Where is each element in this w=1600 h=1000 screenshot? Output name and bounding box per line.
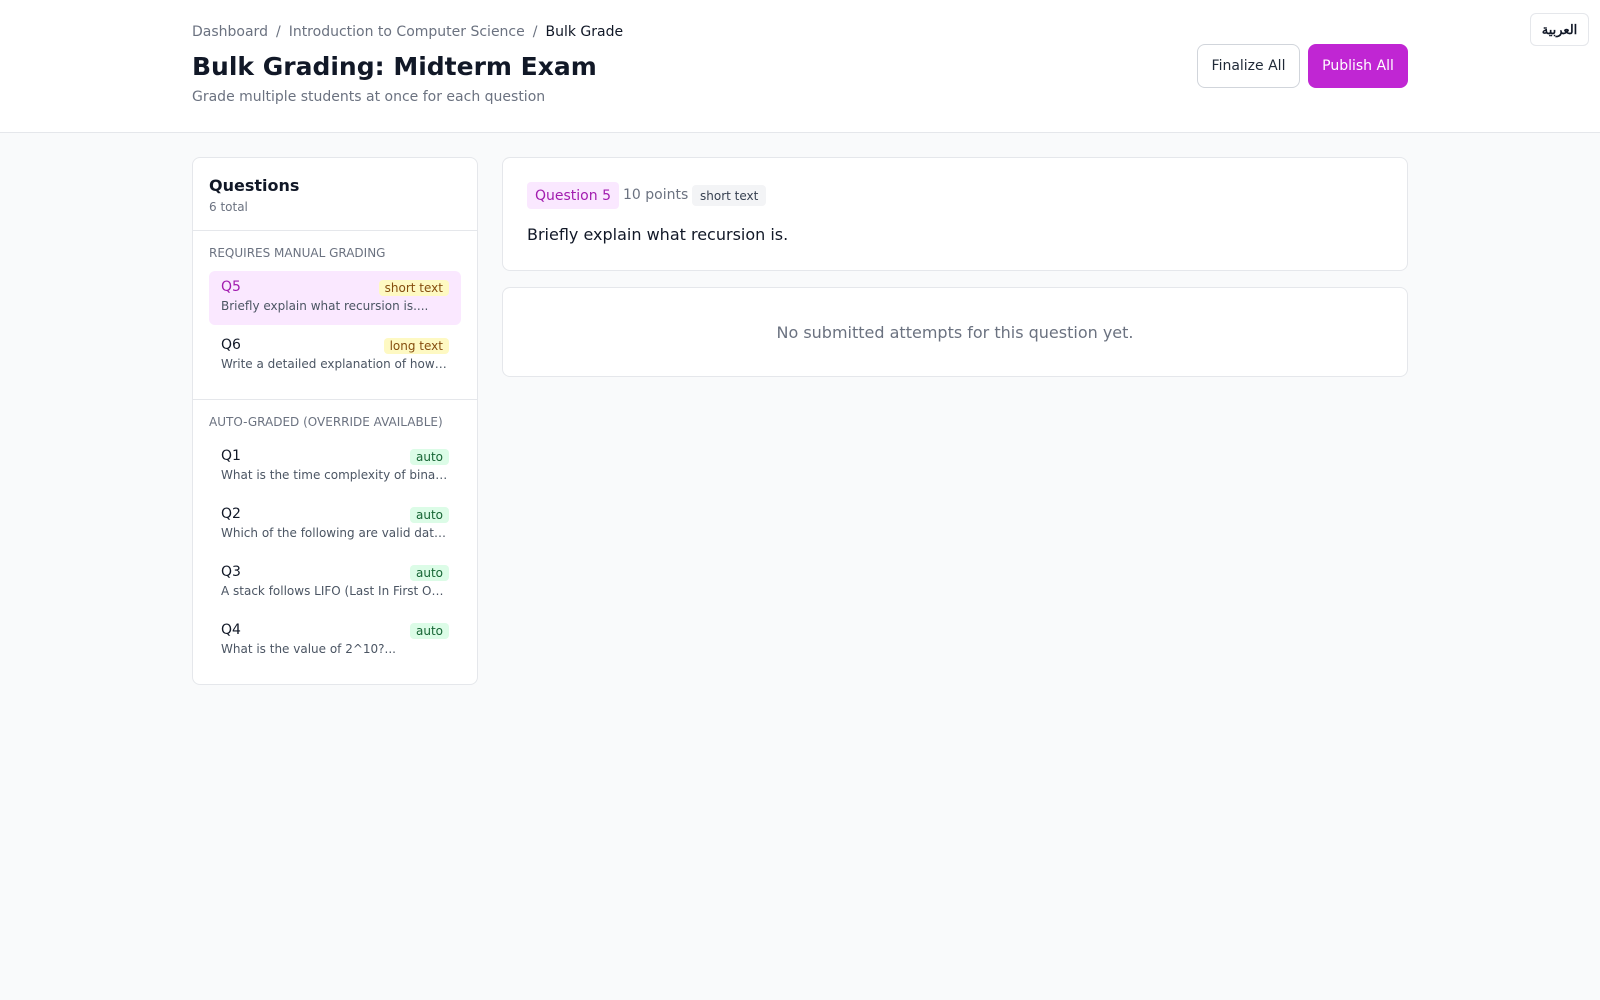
sidebar-title: Questions xyxy=(209,176,300,195)
question-item-q1[interactable]: Q1 What is the time complexity of binary… xyxy=(209,440,461,494)
page-title: Bulk Grading: Midterm Exam xyxy=(192,52,597,81)
finalize-all-button[interactable]: Finalize All xyxy=(1197,44,1300,88)
question-snippet: Briefly explain what recursion is.... xyxy=(221,299,429,313)
questions-sidebar: Questions 6 total Requires Manual Gradin… xyxy=(192,157,478,685)
question-number-tag: Question 5 xyxy=(527,182,619,209)
auto-badge: auto xyxy=(409,565,449,581)
auto-badge: auto xyxy=(409,449,449,465)
question-type-badge: short text xyxy=(692,185,767,206)
question-type-badge: long text xyxy=(383,338,449,354)
breadcrumb: Dashboard / Introduction to Computer Scien… xyxy=(192,24,623,40)
question-item-q2[interactable]: Q2 Which of the following are valid data… xyxy=(209,498,461,552)
page-subtitle: Grade multiple students at once for each… xyxy=(192,89,546,105)
breadcrumb-dashboard-link[interactable]: Dashboard xyxy=(192,24,268,40)
breadcrumb-separator: / xyxy=(532,24,538,40)
question-points: 10 points xyxy=(623,187,689,203)
publish-all-button[interactable]: Publish All xyxy=(1308,44,1408,88)
question-type-badge: short text xyxy=(378,280,449,296)
question-text: Briefly explain what recursion is. xyxy=(527,225,789,244)
question-item-q5[interactable]: Q5 Briefly explain what recursion is....… xyxy=(209,271,461,325)
breadcrumb-separator: / xyxy=(275,24,281,40)
question-snippet: What is the time complexity of binary s.… xyxy=(221,468,449,482)
auto-graded-section-label: Auto-Graded (Override Available) xyxy=(209,415,443,429)
question-snippet: A stack follows LIFO (Last In First Out)… xyxy=(221,584,449,598)
question-snippet: Which of the following are valid data ty… xyxy=(221,526,449,540)
sidebar-header: Questions 6 total xyxy=(193,158,477,231)
breadcrumb-current: Bulk Grade xyxy=(545,24,624,40)
question-item-q4[interactable]: Q4 What is the value of 2^10?... auto xyxy=(209,614,461,668)
breadcrumb-course-link[interactable]: Introduction to Computer Science xyxy=(289,24,525,40)
question-item-q3[interactable]: Q3 A stack follows LIFO (Last In First O… xyxy=(209,556,461,610)
section-divider xyxy=(193,399,477,400)
empty-attempts-message: No submitted attempts for this question … xyxy=(502,287,1408,377)
manual-grading-section-label: Requires Manual Grading xyxy=(209,246,386,260)
question-count: 6 total xyxy=(209,200,248,214)
page-header: Dashboard / Introduction to Computer Scien… xyxy=(0,0,1600,133)
auto-badge: auto xyxy=(409,623,449,639)
language-toggle-button[interactable]: العربية xyxy=(1530,13,1589,46)
question-item-q6[interactable]: Q6 Write a detailed explanation of how a… xyxy=(209,329,461,383)
auto-badge: auto xyxy=(409,507,449,523)
question-snippet: Write a detailed explanation of how a ..… xyxy=(221,357,449,371)
question-detail-card: Question 5 10 points short text Briefly … xyxy=(502,157,1408,271)
question-snippet: What is the value of 2^10?... xyxy=(221,642,396,656)
